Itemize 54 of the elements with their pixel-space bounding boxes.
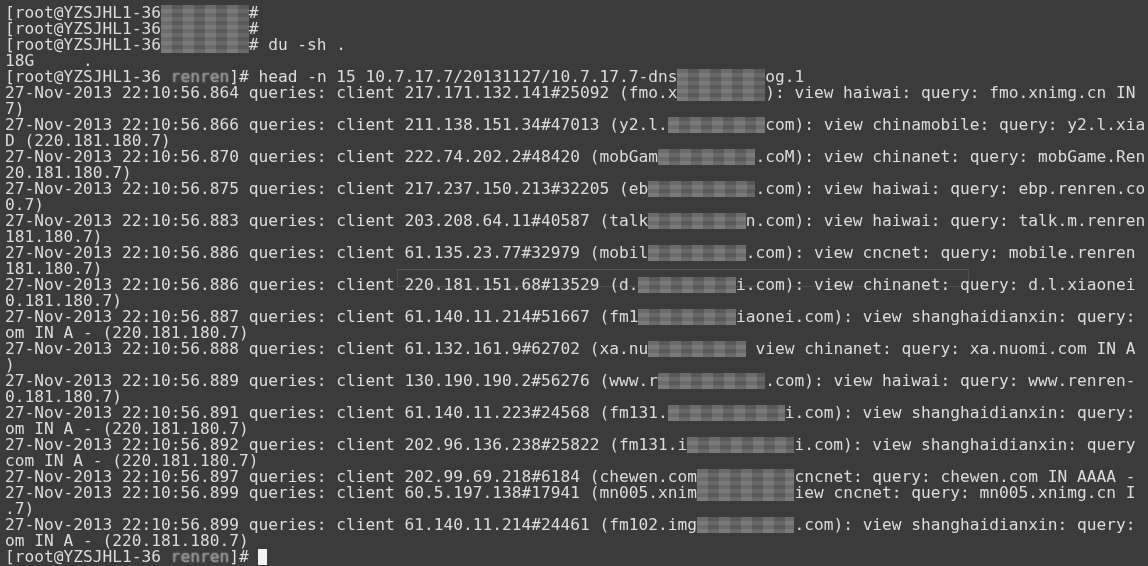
terminal-text: 27-Nov-2013 22:10:56.866 queries: client 211.138.151.34#47013 (y2.l.	[5, 117, 668, 133]
terminal-text: 181.180.7)	[5, 229, 103, 245]
terminal-text: 27-Nov-2013 22:10:56.883 queries: client 203.208.64.11#40587 (talk	[5, 213, 649, 229]
terminal-text: 27-Nov-2013 22:10:56.875 queries: client 217.237.150.213#32205 (eb	[5, 181, 649, 197]
terminal-text: 27-Nov-2013 22:10:56.886 queries: client 220.181.151.68#13529 (d.	[5, 277, 639, 293]
terminal-text: #	[248, 21, 259, 37]
terminal-text: 7)	[5, 101, 25, 117]
terminal-text: i.com): view shanghaidianxin: query:	[784, 405, 1136, 421]
terminal-text: 0.7)	[5, 197, 44, 213]
terminal-text: iew cncnet: query: mn005.xnimg.cn I	[794, 485, 1136, 501]
terminal-text: i.com): view chinanet: query: d.l.xiaonei	[735, 277, 1136, 293]
terminal-text: 27-Nov-2013 22:10:56.899 queries: client 60.5.197.138#17941 (mn005.xnim	[5, 485, 697, 501]
terminal-text: [root@YZSJHL1-36	[5, 21, 161, 37]
terminal-text: 27-Nov-2013 22:10:56.891 queries: client 61.140.11.223#24568 (fm131.	[5, 405, 668, 421]
terminal-text: [root@YZSJHL1-36	[5, 37, 161, 53]
terminal-text: )	[5, 357, 15, 373]
terminal-text: 181.180.7)	[5, 261, 103, 277]
terminal-text: 27-Nov-2013 22:10:56.870 queries: client 222.74.202.2#48420 (mobGam	[5, 149, 658, 165]
terminal-text: .com): view haiwai: query: www.renren-	[765, 373, 1136, 389]
terminal-text: .com): view cncnet: query: mobile.renren	[745, 245, 1136, 261]
terminal-text: 27-Nov-2013 22:10:56.889 queries: client 130.190.190.2#56276 (www.r	[5, 373, 658, 389]
terminal-text: [root@YZSJHL1-36 renren]# head -n 15 10.7.17.7/20131127/10.7.17.7-dns	[5, 69, 678, 85]
terminal-text: om IN A - (220.181.180.7)	[5, 325, 249, 341]
terminal-text: .7)	[5, 501, 35, 517]
terminal-text: og.1	[765, 69, 805, 85]
terminal-text: iaonei.com): view shanghaidianxin: query:	[735, 309, 1136, 325]
terminal-text: 0.181.180.7)	[5, 389, 122, 405]
terminal-text: [root@YZSJHL1-36 renren]#	[5, 549, 249, 565]
terminal-text: .com): view haiwai: query: ebp.renren.co	[755, 181, 1146, 197]
terminal-text: 27-Nov-2013 22:10:56.899 queries: client 61.140.11.214#24461 (fm102.img	[5, 517, 697, 533]
terminal-text: view chinanet: query: xa.nuomi.com IN A	[754, 341, 1136, 357]
terminal-text: .coM): view chinanet: query: mobGame.Ren	[755, 149, 1146, 165]
terminal-text: 27-Nov-2013 22:10:56.897 queries: client 202.99.69.218#6184 (chewen.com	[5, 469, 697, 485]
terminal-text: com): view chinamobile: query: y2.l.xia	[765, 117, 1146, 133]
terminal-text: i.com): view shanghaidianxin: query	[794, 437, 1136, 453]
terminal-text: 0.181.180.7)	[5, 293, 122, 309]
terminal-text: n.com): view haiwai: query: talk.m.renren	[745, 213, 1146, 229]
terminal-text: com IN A - (220.181.180.7)	[5, 453, 259, 469]
terminal-text: 27-Nov-2013 22:10:56.892 queries: client 202.96.136.238#25822 (fm131.i	[5, 437, 688, 453]
terminal-text: ): view haiwai: query: fmo.xnimg.cn IN	[765, 85, 1136, 101]
terminal-text: om IN A - (220.181.180.7)	[5, 533, 249, 549]
terminal-text: 27-Nov-2013 22:10:56.886 queries: client 61.135.23.77#32979 (mobil	[5, 245, 649, 261]
terminal-text: # du -sh .	[248, 37, 347, 53]
terminal-text: 27-Nov-2013 22:10:56.888 queries: client 61.132.161.9#62702 (xa.nu	[5, 341, 649, 357]
terminal-text: 27-Nov-2013 22:10:56.887 queries: client 61.140.11.214#51667 (fm1	[5, 309, 639, 325]
terminal-text: .com): view shanghaidianxin: query:	[794, 517, 1136, 533]
terminal-text: 18G .	[5, 53, 93, 69]
terminal-text: om IN A - (220.181.180.7)	[5, 421, 249, 437]
terminal-text: cncnet: query: chewen.com IN AAAA -	[794, 469, 1136, 485]
terminal-text: D (220.181.180.7)	[5, 133, 171, 149]
terminal-text: [root@YZSJHL1-36	[5, 5, 161, 21]
terminal-text: #	[248, 5, 259, 21]
terminal-text: 27-Nov-2013 22:10:56.864 queries: client 217.171.132.141#25092 (fmo.x	[5, 85, 678, 101]
terminal-text: 20.181.180.7)	[5, 165, 132, 181]
